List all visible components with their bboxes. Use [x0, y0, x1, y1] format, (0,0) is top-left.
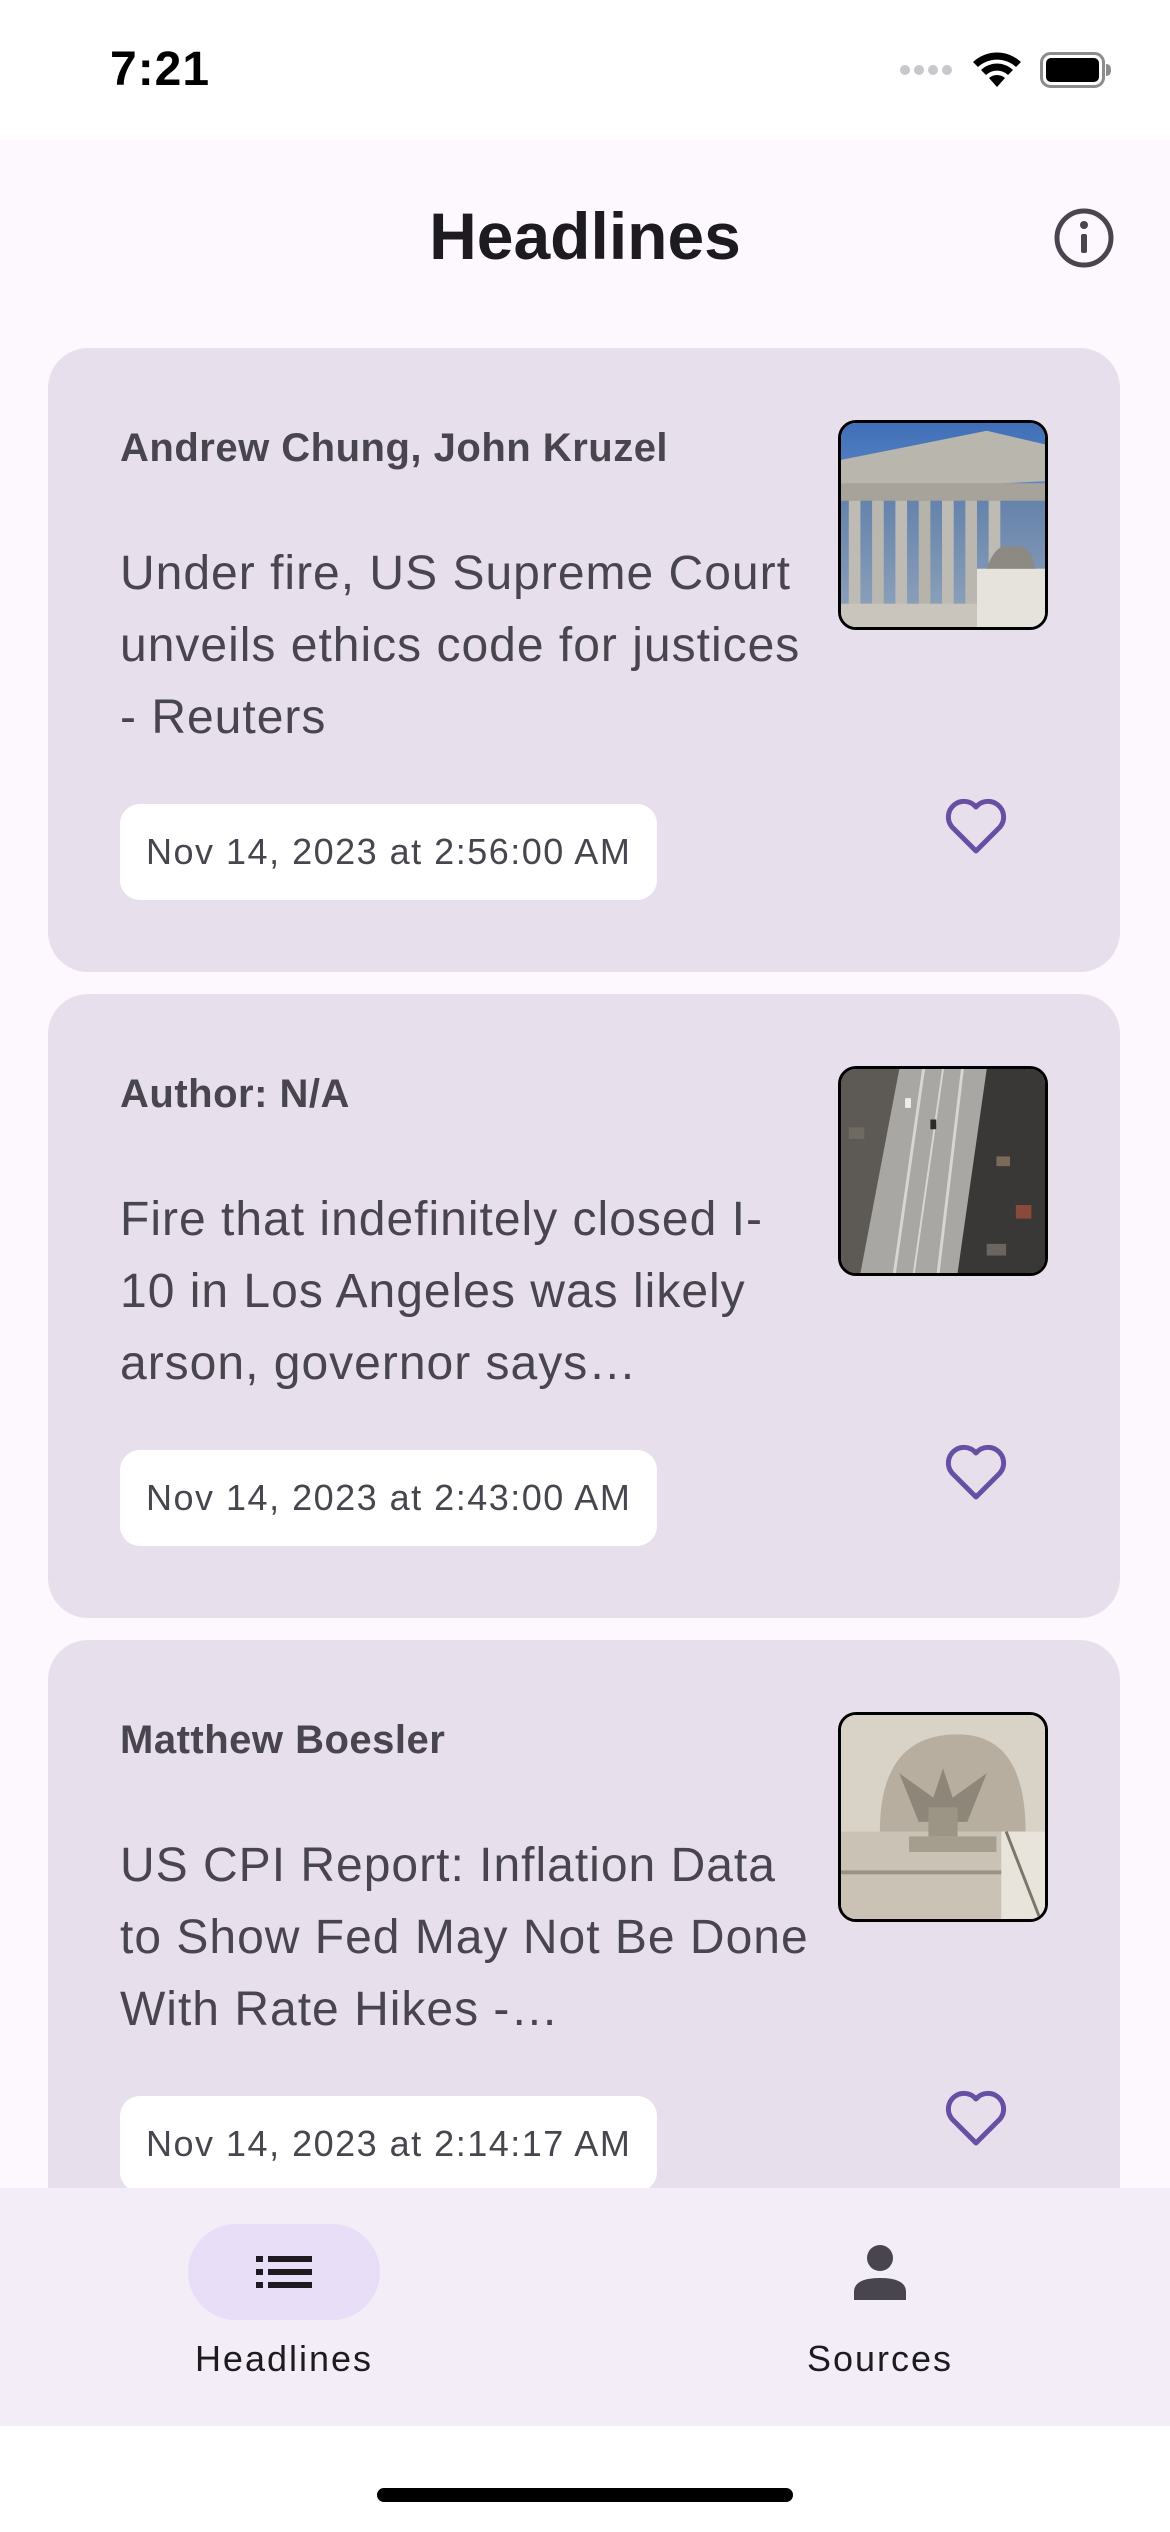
federal-reserve-eagle-image: [838, 1712, 1048, 1922]
heart-outline-icon: [945, 798, 1007, 854]
home-indicator[interactable]: [377, 2488, 793, 2502]
status-icons: [900, 51, 1112, 94]
article-card[interactable]: Andrew Chung, John Kruzel Under fire, US…: [48, 348, 1120, 972]
wifi-icon: [972, 51, 1022, 94]
list-icon: [256, 2256, 312, 2288]
favorite-button[interactable]: [928, 2070, 1024, 2166]
supreme-court-building-image: [838, 420, 1048, 630]
article-author: Matthew Boesler: [120, 1718, 446, 1762]
signal-dots-icon: [900, 63, 954, 82]
nav-icon-container: [784, 2224, 976, 2320]
nav-item-sources[interactable]: Sources: [730, 2224, 1030, 2404]
home-indicator-area: [0, 2426, 1170, 2532]
nav-active-indicator: [188, 2224, 380, 2320]
app-bar: Headlines: [0, 140, 1170, 340]
battery-icon: [1040, 51, 1112, 93]
headlines-feed[interactable]: Andrew Chung, John Kruzel Under fire, US…: [0, 340, 1170, 2188]
favorite-button[interactable]: [928, 778, 1024, 874]
heart-outline-icon: [945, 1444, 1007, 1500]
nav-label-headlines: Headlines: [194, 2338, 374, 2379]
info-button[interactable]: [1052, 206, 1116, 270]
article-author: Andrew Chung, John Kruzel: [120, 426, 669, 470]
info-icon: [1054, 208, 1114, 268]
article-date: Nov 14, 2023 at 2:56:00 AM: [120, 804, 658, 900]
heart-outline-icon: [945, 2090, 1007, 2146]
article-date: Nov 14, 2023 at 2:43:00 AM: [120, 1450, 658, 1546]
nav-label-sources: Sources: [806, 2338, 954, 2379]
person-icon: [854, 2245, 906, 2300]
bottom-navigation: Headlines Sources: [0, 2188, 1170, 2426]
article-title: US CPI Report: Inflation Data to Show Fe…: [120, 1839, 809, 2036]
favorite-button[interactable]: [928, 1424, 1024, 1520]
status-bar: 7:21: [0, 0, 1170, 140]
article-title: Fire that indefinitely closed I-10 in Lo…: [120, 1193, 763, 1390]
article-title: Under fire, US Supreme Court unveils eth…: [120, 547, 801, 744]
article-author: Author: N/A: [120, 1072, 350, 1116]
article-card[interactable]: Author: N/A Fire that indefinitely close…: [48, 994, 1120, 1618]
freeway-aerial-image: [838, 1066, 1048, 1276]
page-title: Headlines: [429, 199, 741, 273]
article-date: Nov 14, 2023 at 2:14:17 AM: [120, 2096, 658, 2188]
nav-item-headlines[interactable]: Headlines: [134, 2224, 434, 2404]
status-time: 7:21: [110, 43, 211, 96]
article-card[interactable]: Matthew Boesler US CPI Report: Inflation…: [48, 1640, 1120, 2188]
